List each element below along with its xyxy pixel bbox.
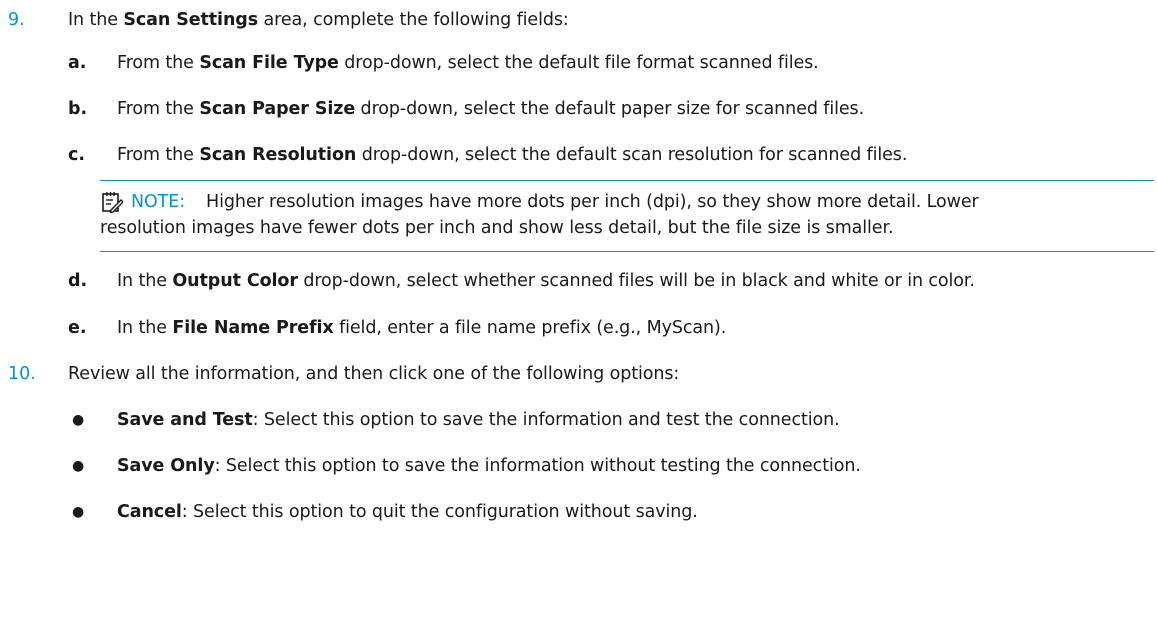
step-number: 10. <box>8 364 36 384</box>
note-label: NOTE: <box>131 192 186 212</box>
substep-text: In the File Name Prefix field, enter a f… <box>117 316 726 340</box>
substep-text-bold: Scan File Type <box>199 53 339 73</box>
document-page: 9. In the Scan Settings area, complete t… <box>0 0 1157 639</box>
step-text-post: area, complete the following fields: <box>258 10 569 30</box>
substep-text-bold: Scan Paper Size <box>199 99 356 119</box>
note-bottom-rule <box>100 251 1154 252</box>
note-top-rule <box>100 180 1154 181</box>
note-text-2: resolution images have fewer dots per in… <box>100 218 894 238</box>
substep-text-post: drop-down, select the default paper size… <box>355 99 865 119</box>
substep-text-pre: From the <box>117 99 200 119</box>
option-description: : Select this option to save the informa… <box>252 410 840 430</box>
substep-letter: d. <box>68 271 88 291</box>
substep-text-bold: Output Color <box>172 271 298 291</box>
substep-letter: e. <box>68 318 87 338</box>
step-number: 9. <box>8 10 25 30</box>
option-name: Cancel <box>117 502 182 522</box>
option-item: Cancel: Select this option to quit the c… <box>117 500 698 524</box>
substep-letter: b. <box>68 99 88 119</box>
substep-text-pre: From the <box>117 53 200 73</box>
substep-text-post: drop-down, select the default scan resol… <box>356 145 908 165</box>
note-icon <box>102 192 123 213</box>
step-text-pre: In the <box>68 10 124 30</box>
substep-text-pre: In the <box>117 318 173 338</box>
substep-text: From the Scan Resolution drop-down, sele… <box>117 143 907 167</box>
bullet-icon: ● <box>72 412 85 428</box>
substep-text: In the Output Color drop-down, select wh… <box>117 269 975 293</box>
substep-text-pre: In the <box>117 271 173 291</box>
substep-text: From the Scan Paper Size drop-down, sele… <box>117 97 864 121</box>
substep-text: From the Scan File Type drop-down, selec… <box>117 51 819 75</box>
step-text: In the Scan Settings area, complete the … <box>68 8 569 32</box>
option-name: Save Only <box>117 456 215 476</box>
option-description: : Select this option to quit the configu… <box>181 502 698 522</box>
substep-text-post: drop-down, select the default file forma… <box>338 53 819 73</box>
note-line-2: resolution images have fewer dots per in… <box>100 216 894 240</box>
step-text-bold: Scan Settings <box>123 10 259 30</box>
substep-text-bold: File Name Prefix <box>172 318 334 338</box>
option-name: Save and Test <box>117 410 253 430</box>
note-text-1: Higher resolution images have more dots … <box>206 192 979 212</box>
substep-text-pre: From the <box>117 145 200 165</box>
substep-text-bold: Scan Resolution <box>199 145 357 165</box>
option-item: Save and Test: Select this option to sav… <box>117 408 840 432</box>
substep-letter: a. <box>68 53 87 73</box>
substep-text-post: field, enter a file name prefix (e.g., M… <box>333 318 727 338</box>
note-line-1: NOTE: Higher resolution images have more … <box>131 190 979 214</box>
bullet-icon: ● <box>72 504 85 520</box>
option-item: Save Only: Select this option to save th… <box>117 454 861 478</box>
option-description: : Select this option to save the informa… <box>214 456 861 476</box>
step-text: Review all the information, and then cli… <box>68 364 680 384</box>
bullet-icon: ● <box>72 458 85 474</box>
substep-text-post: drop-down, select whether scanned files … <box>297 271 975 291</box>
substep-letter: c. <box>68 145 86 165</box>
